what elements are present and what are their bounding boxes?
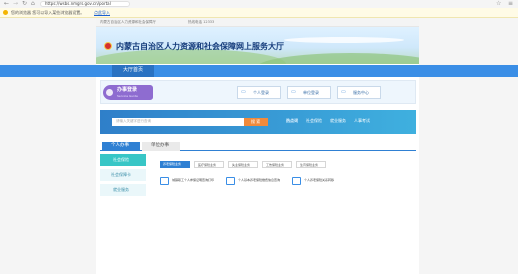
subtab-label: 医疗保险业务 <box>198 162 217 167</box>
site-top-strip: 内蒙古自治区人力资源和社会保障厅 热线电话 12333 <box>96 18 419 27</box>
subtab-label: 养老保险业务 <box>163 162 182 166</box>
back-icon[interactable]: ← <box>4 1 9 7</box>
monitor-icon <box>292 177 301 185</box>
monitor-icon <box>226 177 235 185</box>
site-banner: 内蒙古自治区人力资源和社会保障网上服务大厅 <box>96 27 419 64</box>
forward-icon[interactable]: → <box>13 1 18 7</box>
user-icon <box>106 89 113 96</box>
tab-personal-label: 个人办事 <box>111 143 129 148</box>
service-center-button[interactable]: ▭ 服务中心 <box>337 86 381 99</box>
monitor-icon: ▭ <box>291 89 296 95</box>
search-placeholder: 请输入关键字进行查询 <box>116 119 151 123</box>
subtab-label: 失业保险业务 <box>232 162 251 167</box>
personal-login-label: 个人登录 <box>253 90 269 95</box>
hot-word-link[interactable]: 社会保险 <box>306 119 322 123</box>
search-section: 请输入关键字进行查询 搜 索 热点词 社会保险 就业服务 人事考试 <box>100 110 416 134</box>
subtab-unemployment[interactable]: 失业保险业务 <box>228 161 258 168</box>
import-link[interactable]: 点此导入 <box>94 11 110 15</box>
site-title: 内蒙古自治区人力资源和社会保障网上服务大厅 <box>116 42 284 51</box>
topstrip-org: 内蒙古自治区人力资源和社会保障厅 <box>100 20 156 24</box>
service-item[interactable]: 城镇职工个人参保证明查询打印 <box>160 175 216 189</box>
star-icon[interactable]: ☆ <box>496 1 501 7</box>
subtab-medical[interactable]: 医疗保险业务 <box>194 161 224 168</box>
banner-hill <box>96 49 286 64</box>
subtab-injury[interactable]: 工伤保险业务 <box>262 161 292 168</box>
topstrip-hotline: 热线电话 12333 <box>188 20 215 24</box>
menu-item-social-insurance[interactable]: 社会保险 <box>100 154 146 166</box>
unit-login-button[interactable]: ▭ 单位登录 <box>287 86 331 99</box>
personal-login-button[interactable]: ▭ 个人登录 <box>237 86 281 99</box>
hot-word-link[interactable]: 人事考试 <box>354 119 370 123</box>
import-infobar: 您的浏览器 您可以导入某些浏览器设置。 点此导入 <box>0 8 518 18</box>
subtab-pension[interactable]: 养老保险业务 <box>160 161 190 168</box>
menu-item-label: 就业服务 <box>113 187 129 192</box>
address-bar[interactable]: https://wsbs.nmgrs.gov.cn/portal <box>40 1 130 7</box>
menu-item-social-security-card[interactable]: 社会保障卡 <box>100 169 146 181</box>
tab-unit-label: 单位办事 <box>151 143 169 148</box>
infobar-text: 您的浏览器 您可以导入某些浏览器设置。 <box>11 10 85 15</box>
unit-login-label: 单位登录 <box>303 90 319 95</box>
subtab-label: 生育保险业务 <box>300 162 319 167</box>
login-panel: 办事登录 Service Guide ▭ 个人登录 ▭ 单位登录 ▭ 服务中心 <box>100 80 416 104</box>
nav-home[interactable]: 大厅首页 <box>112 65 154 77</box>
banner-cloud <box>284 37 404 43</box>
menu-item-label: 社会保障卡 <box>111 172 131 177</box>
login-subtitle: Service Guide <box>117 94 138 98</box>
hot-word-link[interactable]: 就业服务 <box>330 119 346 123</box>
login-title-badge: 办事登录 Service Guide <box>103 85 153 100</box>
service-item-label: 城镇职工个人参保证明查询打印 <box>172 178 215 182</box>
service-center-label: 服务中心 <box>353 90 369 95</box>
search-button-label: 搜 索 <box>251 119 261 124</box>
menu-item-employment[interactable]: 就业服务 <box>100 184 146 196</box>
home-icon[interactable]: ⌂ <box>31 1 35 7</box>
service-item[interactable]: 个人基本养老保险缴费信息查询 <box>226 175 282 189</box>
monitor-icon: ▭ <box>341 89 346 95</box>
login-title: 办事登录 <box>117 87 138 93</box>
service-content: 养老保险业务 医疗保险业务 失业保险业务 工伤保险业务 生育保险业务 城镇职工个… <box>156 158 416 192</box>
browser-toolbar: ← → ↻ ⌂ https://wsbs.nmgrs.gov.cn/portal… <box>0 0 518 8</box>
service-item-label: 个人养老保险关系转移 <box>304 178 335 182</box>
service-item[interactable]: 个人养老保险关系转移 <box>292 175 348 189</box>
service-item-label: 个人基本养老保险缴费信息查询 <box>238 178 281 182</box>
monitor-icon <box>160 177 169 185</box>
monitor-icon: ▭ <box>241 89 246 95</box>
hot-words-label: 热点词 <box>286 118 298 123</box>
search-button[interactable]: 搜 索 <box>244 118 268 126</box>
service-tabs: 个人办事 单位办事 <box>100 142 416 151</box>
address-url: https://wsbs.nmgrs.gov.cn/portal <box>45 1 111 6</box>
emblem-icon <box>104 42 112 50</box>
subtab-label: 工伤保险业务 <box>266 162 285 167</box>
subtab-maternity[interactable]: 生育保险业务 <box>296 161 326 168</box>
info-icon <box>3 10 8 15</box>
nav-home-label: 大厅首页 <box>123 67 144 73</box>
tab-unit[interactable]: 单位办事 <box>142 142 180 151</box>
category-menu: 社会保险 社会保障卡 就业服务 <box>100 154 146 206</box>
banner-hill <box>256 53 419 64</box>
menu-item-label: 社会保险 <box>113 157 129 162</box>
tab-personal[interactable]: 个人办事 <box>102 142 140 151</box>
menu-icon[interactable]: ≡ <box>508 1 513 7</box>
search-input[interactable]: 请输入关键字进行查询 <box>112 118 244 126</box>
main-nav: 大厅首页 <box>0 65 518 77</box>
reload-icon[interactable]: ↻ <box>22 1 27 7</box>
